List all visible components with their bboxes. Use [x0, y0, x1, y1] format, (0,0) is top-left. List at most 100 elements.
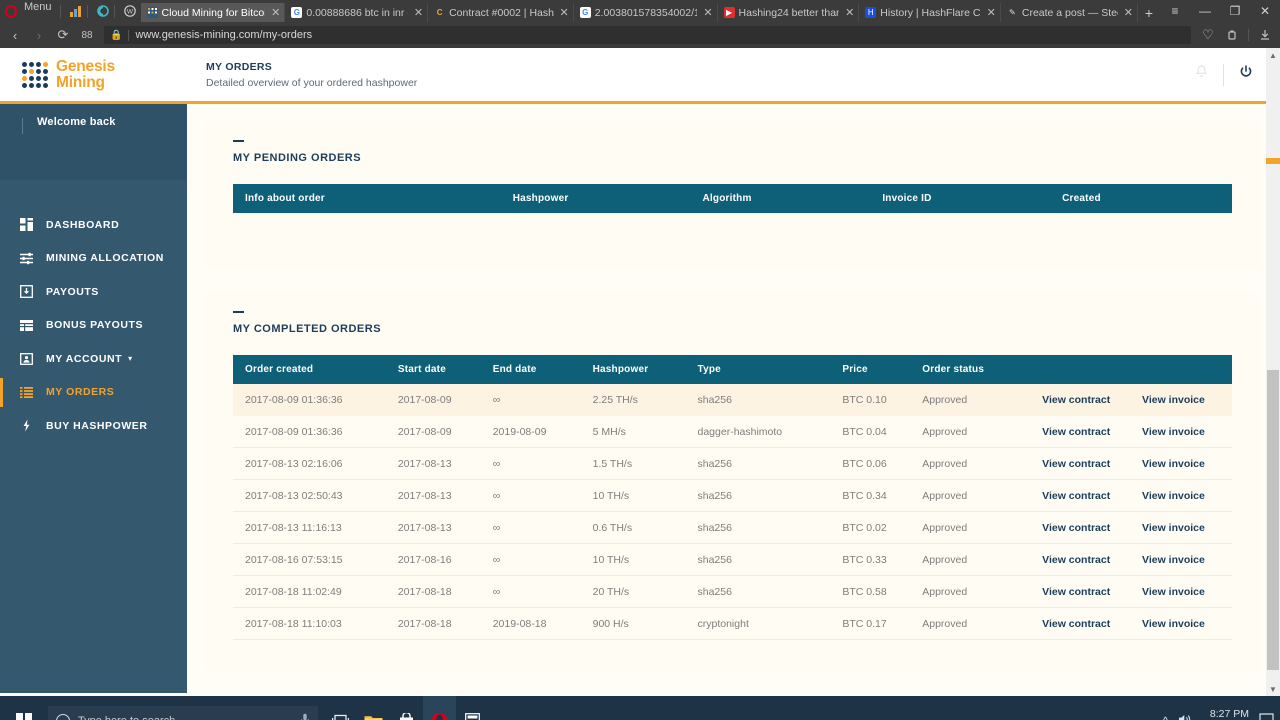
taskbar-clock[interactable]: 8:27 PM 8/27/2017: [1202, 707, 1249, 720]
sidebar-item-payouts[interactable]: PAYOUTS: [0, 275, 187, 309]
speed-dial-icon[interactable]: [65, 0, 87, 22]
browser-tab[interactable]: H History | HashFlare Cloud ✕: [859, 3, 1001, 22]
end-date-cell: ∞: [493, 480, 593, 512]
opera-logo-icon[interactable]: [0, 0, 22, 22]
action-center-icon[interactable]: [1259, 713, 1274, 720]
column-header[interactable]: End date: [493, 355, 593, 384]
close-icon[interactable]: ✕: [558, 6, 569, 19]
new-tab-button[interactable]: +: [1138, 3, 1160, 22]
order-status-cell: Approved: [922, 480, 1042, 512]
sidebar-item-label: BONUS PAYOUTS: [46, 319, 143, 331]
microsoft-store-icon[interactable]: [390, 696, 423, 720]
sidebar-item-dashboard[interactable]: DASHBOARD: [0, 208, 187, 242]
sidebar-item-label: MY ORDERS: [46, 386, 114, 398]
tab-title: Contract #0002 | Hashing2: [449, 7, 553, 19]
view-invoice-link[interactable]: View invoice: [1142, 576, 1232, 608]
view-invoice-link[interactable]: View invoice: [1142, 448, 1232, 480]
search-input[interactable]: Type here to search: [48, 706, 318, 720]
close-window-button[interactable]: ✕: [1250, 0, 1280, 22]
column-header[interactable]: Start date: [398, 355, 493, 384]
sidebar-item-mining-allocation[interactable]: MINING ALLOCATION: [0, 242, 187, 276]
browser-tab[interactable]: G 2.003801578354002/1000 ✕: [574, 3, 718, 22]
column-header[interactable]: Hashpower: [513, 184, 703, 213]
view-invoice-link[interactable]: View invoice: [1142, 608, 1232, 640]
close-icon[interactable]: ✕: [412, 6, 423, 19]
scrollbar-thumb[interactable]: [1267, 370, 1279, 670]
order-status-cell: Approved: [922, 544, 1042, 576]
view-contract-link[interactable]: View contract: [1042, 576, 1142, 608]
genesis-mining-favicon: [147, 7, 158, 18]
browser-tab[interactable]: Cloud Mining for Bitcoin, S ✕: [141, 3, 286, 22]
tray-chevron-icon[interactable]: ^: [1163, 714, 1169, 720]
browser-tab[interactable]: C Contract #0002 | Hashing2 ✕: [428, 3, 574, 22]
column-header[interactable]: Info about order: [233, 184, 513, 213]
view-contract-link[interactable]: View contract: [1042, 480, 1142, 512]
opera-sync-icon[interactable]: [92, 0, 114, 22]
address-bar[interactable]: 🔒 www.genesis-mining.com/my-orders: [104, 26, 1191, 44]
view-contract-link[interactable]: View contract: [1042, 608, 1142, 640]
start-date-cell: 2017-08-09: [398, 416, 493, 448]
browser-tab[interactable]: ✎ Create a post — Steemit ✕: [1001, 3, 1138, 22]
sidebar-item-bonus-payouts[interactable]: BONUS PAYOUTS: [0, 309, 187, 343]
battery-saver-icon[interactable]: [1221, 24, 1243, 46]
file-explorer-icon[interactable]: [357, 696, 390, 720]
column-header[interactable]: Algorithm: [703, 184, 883, 213]
favorites-heart-icon[interactable]: ♡: [1197, 24, 1219, 46]
sidebar-item-my-account[interactable]: MY ACCOUNT ▾: [0, 342, 187, 376]
collapse-minus-icon[interactable]: [233, 140, 244, 142]
calculator-icon[interactable]: [456, 696, 489, 720]
download-icon[interactable]: [1254, 24, 1276, 46]
reload-button[interactable]: ⟳: [52, 24, 74, 46]
speed-dial-button[interactable]: 88: [76, 24, 98, 46]
whatsapp-sidebar-icon[interactable]: W: [119, 0, 141, 22]
start-date-cell: 2017-08-09: [398, 384, 493, 416]
type-cell: sha256: [698, 512, 843, 544]
view-contract-link[interactable]: View contract: [1042, 512, 1142, 544]
forward-button[interactable]: ›: [28, 24, 50, 46]
view-invoice-link[interactable]: View invoice: [1142, 544, 1232, 576]
close-icon[interactable]: ✕: [269, 6, 280, 19]
hashpower-cell: 900 H/s: [593, 608, 698, 640]
bell-icon[interactable]: [1194, 64, 1209, 85]
view-contract-link[interactable]: View contract: [1042, 544, 1142, 576]
minimize-button[interactable]: —: [1190, 0, 1220, 22]
sidebar-item-buy-hashpower[interactable]: BUY HASHPOWER: [0, 409, 187, 443]
sidebar-item-my-orders[interactable]: MY ORDERS: [0, 376, 187, 410]
page-scrollbar[interactable]: ▲ ▼: [1266, 48, 1280, 696]
opera-browser-icon[interactable]: [423, 696, 456, 720]
back-button[interactable]: ‹: [4, 24, 26, 46]
view-invoice-link[interactable]: View invoice: [1142, 480, 1232, 512]
scroll-up-arrow-icon[interactable]: ▲: [1266, 48, 1280, 62]
column-header[interactable]: Price: [842, 355, 922, 384]
column-header[interactable]: Type: [698, 355, 843, 384]
tab-menu-icon[interactable]: ≡: [1160, 0, 1190, 22]
restore-button[interactable]: ❐: [1220, 0, 1250, 22]
view-contract-link[interactable]: View contract: [1042, 384, 1142, 416]
microphone-icon[interactable]: [300, 713, 310, 720]
browser-menu-button[interactable]: Menu: [22, 0, 60, 22]
view-invoice-link[interactable]: View invoice: [1142, 512, 1232, 544]
genesis-mining-logo[interactable]: Genesis Mining: [0, 59, 206, 91]
browser-tab[interactable]: ▶ Hashing24 better than Ge ✕: [718, 3, 860, 22]
close-icon[interactable]: ✕: [1122, 6, 1133, 19]
column-header[interactable]: Order status: [922, 355, 1042, 384]
column-header[interactable]: Invoice ID: [882, 184, 1062, 213]
power-icon[interactable]: [1238, 64, 1254, 85]
view-invoice-link[interactable]: View invoice: [1142, 384, 1232, 416]
column-header[interactable]: Hashpower: [593, 355, 698, 384]
close-icon[interactable]: ✕: [843, 6, 854, 19]
column-header[interactable]: Order created: [233, 355, 398, 384]
close-icon[interactable]: ✕: [985, 6, 996, 19]
scroll-down-arrow-icon[interactable]: ▼: [1266, 682, 1280, 696]
view-contract-link[interactable]: View contract: [1042, 448, 1142, 480]
close-icon[interactable]: ✕: [701, 6, 712, 19]
collapse-minus-icon[interactable]: [233, 311, 244, 313]
view-invoice-link[interactable]: View invoice: [1142, 416, 1232, 448]
windows-start-icon[interactable]: [0, 696, 48, 720]
browser-tab[interactable]: G 0.00888686 btc in inr - Go ✕: [285, 3, 428, 22]
view-contract-link[interactable]: View contract: [1042, 416, 1142, 448]
task-view-icon[interactable]: [324, 696, 357, 720]
table-row: 2017-08-13 02:50:432017-08-13∞10 TH/ssha…: [233, 480, 1232, 512]
column-header[interactable]: Created: [1062, 184, 1232, 213]
speaker-icon[interactable]: [1178, 713, 1192, 720]
